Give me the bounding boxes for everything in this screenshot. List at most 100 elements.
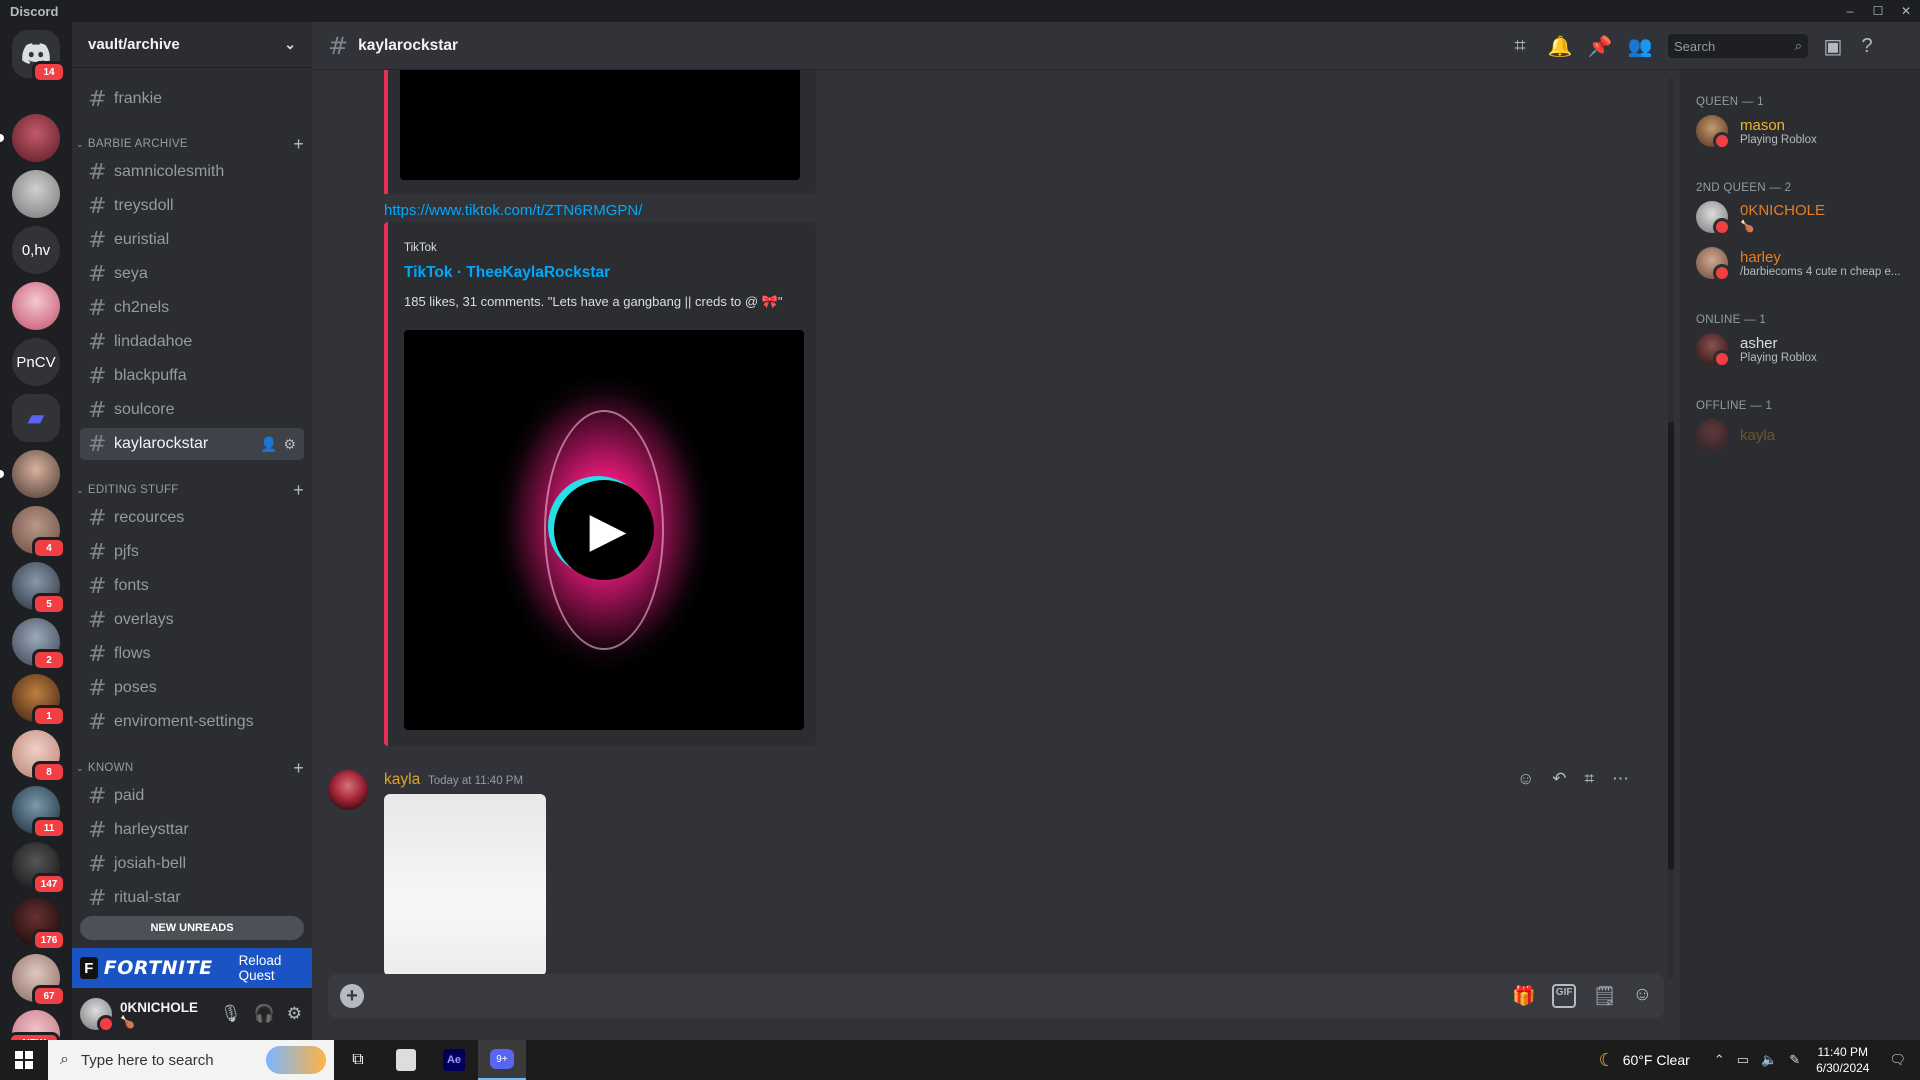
minimize-button[interactable]: – bbox=[1836, 0, 1864, 22]
server-header[interactable]: vault/archive ⌄ bbox=[72, 22, 312, 68]
add-attachment-icon[interactable]: + bbox=[340, 984, 364, 1008]
weather-widget[interactable]: ☾ 60°F Clear bbox=[1599, 1050, 1690, 1071]
add-reaction-icon[interactable]: ☺ bbox=[1517, 769, 1534, 789]
embed-title-link[interactable]: TikTok · TheeKaylaRockstar bbox=[404, 264, 610, 282]
quest-banner[interactable]: F FORTNITE Reload Quest bbox=[72, 948, 312, 988]
server-icon[interactable]: 11 bbox=[12, 786, 66, 839]
channel-kaylarockstar[interactable]: # kaylarockstar 👤 ⚙ bbox=[80, 428, 304, 460]
channel-poses[interactable]: # poses bbox=[80, 672, 304, 704]
server-icon[interactable]: PnCV bbox=[12, 338, 60, 386]
channel-overlays[interactable]: # overlays bbox=[80, 604, 304, 636]
server-icon[interactable]: 1 bbox=[12, 674, 66, 727]
channel-harleysttar[interactable]: # harleysttar bbox=[80, 814, 304, 846]
help-icon[interactable]: ? bbox=[1850, 22, 1884, 70]
channel-fonts[interactable]: # fonts bbox=[80, 570, 304, 602]
taskbar-app-discord[interactable]: 9+ bbox=[478, 1040, 526, 1080]
taskbar-search-input[interactable]: ⌕ Type here to search bbox=[48, 1040, 334, 1080]
clock[interactable]: 11:40 PM 6/30/2024 bbox=[1816, 1044, 1869, 1076]
embed-video[interactable]: ▶ bbox=[404, 330, 804, 730]
channel-flows[interactable]: # flows bbox=[80, 638, 304, 670]
member-mason[interactable]: mason Playing Roblox bbox=[1696, 110, 1912, 152]
pen-icon[interactable]: ✎ bbox=[1789, 1052, 1800, 1068]
server-icon[interactable]: NEW bbox=[8, 1010, 60, 1040]
server-icon[interactable] bbox=[0, 114, 60, 162]
server-icon[interactable]: 5 bbox=[12, 562, 66, 615]
channel-pjfs[interactable]: # pjfs bbox=[80, 536, 304, 568]
search-input[interactable]: Search ⌕ bbox=[1668, 34, 1808, 58]
threads-icon[interactable]: ⌗ bbox=[1500, 22, 1540, 70]
server-icon[interactable]: 0,hv bbox=[12, 226, 60, 274]
channel-euristial[interactable]: # euristial bbox=[80, 224, 304, 256]
headphones-icon[interactable]: 🎧 bbox=[254, 1004, 275, 1024]
start-button[interactable] bbox=[0, 1040, 48, 1080]
add-channel-icon[interactable]: + bbox=[293, 134, 304, 155]
channel-frankie[interactable]: # frankie bbox=[80, 83, 304, 115]
channel-blackpuffa[interactable]: # blackpuffa bbox=[80, 360, 304, 392]
channel-seya[interactable]: # seya bbox=[80, 258, 304, 290]
invite-icon[interactable]: 👤 bbox=[260, 436, 277, 453]
inbox-icon[interactable]: ▣ bbox=[1816, 22, 1850, 70]
message-author[interactable]: kayla bbox=[384, 771, 420, 789]
message-attachment-image[interactable] bbox=[384, 794, 546, 976]
member-0knichole[interactable]: 0KNICHOLE 🍗 bbox=[1696, 196, 1912, 238]
member-asher[interactable]: asher Playing Roblox bbox=[1696, 328, 1912, 370]
category-known[interactable]: ⌄ KNOWN + bbox=[76, 758, 304, 778]
maximize-button[interactable]: ☐ bbox=[1864, 0, 1892, 22]
microphone-icon[interactable]: 🎙 bbox=[220, 1004, 242, 1024]
gift-icon[interactable]: 🎁 bbox=[1512, 984, 1536, 1008]
channel-lindadahoe[interactable]: # lindadahoe bbox=[80, 326, 304, 358]
scrollbar-thumb[interactable] bbox=[1668, 422, 1674, 870]
add-channel-icon[interactable]: + bbox=[293, 758, 304, 779]
new-unreads-button[interactable]: NEW UNREADS bbox=[80, 916, 304, 940]
notifications-icon[interactable]: 🗨 bbox=[1889, 1052, 1906, 1068]
members-icon[interactable]: 👥 bbox=[1620, 22, 1660, 70]
channel-enviroment-settings[interactable]: # enviroment-settings bbox=[80, 706, 304, 738]
gif-icon[interactable]: GIF bbox=[1551, 984, 1577, 1008]
server-icon[interactable]: 147 bbox=[12, 842, 66, 895]
more-icon[interactable]: ⋯ bbox=[1612, 769, 1629, 789]
gear-icon[interactable]: ⚙ bbox=[287, 1004, 302, 1024]
server-icon[interactable]: 4 bbox=[12, 506, 66, 559]
sticker-icon[interactable]: 🗒 bbox=[1592, 984, 1616, 1008]
server-icon[interactable] bbox=[12, 170, 60, 218]
close-button[interactable]: ✕ bbox=[1892, 0, 1920, 22]
add-channel-icon[interactable]: + bbox=[293, 480, 304, 501]
server-icon[interactable]: 176 bbox=[12, 898, 66, 951]
play-button[interactable]: ▶ bbox=[554, 480, 654, 580]
thread-icon[interactable]: ⌗ bbox=[1584, 769, 1594, 789]
server-icon[interactable] bbox=[0, 450, 60, 498]
avatar[interactable] bbox=[328, 770, 368, 810]
gear-icon[interactable]: ⚙ bbox=[283, 436, 296, 453]
channel-samnicolesmith[interactable]: # samnicolesmith bbox=[80, 156, 304, 188]
bell-icon[interactable]: 🔔 bbox=[1540, 22, 1580, 70]
chevron-up-icon[interactable]: ⌃ bbox=[1714, 1052, 1725, 1068]
emoji-icon[interactable]: ☺ bbox=[1633, 984, 1652, 1008]
channel-ch2nels[interactable]: # ch2nels bbox=[80, 292, 304, 324]
home-button[interactable]: 14 bbox=[12, 30, 66, 83]
category-editing-stuff[interactable]: ⌄ EDITING STUFF + bbox=[76, 480, 304, 500]
avatar[interactable] bbox=[80, 998, 115, 1033]
server-icon[interactable] bbox=[12, 282, 60, 330]
task-view-button[interactable]: ⧉ bbox=[334, 1040, 382, 1080]
speaker-icon[interactable]: 🔈 bbox=[1761, 1052, 1777, 1068]
server-icon[interactable]: 2 bbox=[12, 618, 66, 671]
battery-icon[interactable]: ▭ bbox=[1737, 1052, 1749, 1068]
channel-paid[interactable]: # paid bbox=[80, 780, 304, 812]
taskbar-app-notepad[interactable] bbox=[382, 1040, 430, 1080]
channel-soulcore[interactable]: # soulcore bbox=[80, 394, 304, 426]
server-folder[interactable]: ▰ bbox=[12, 394, 60, 442]
taskbar-app-after-effects[interactable]: Ae bbox=[430, 1040, 478, 1080]
server-icon[interactable]: 67 bbox=[12, 954, 66, 1007]
message-composer[interactable]: + 🎁 GIF 🗒 ☺ bbox=[328, 974, 1664, 1018]
channel-josiah-bell[interactable]: # josiah-bell bbox=[80, 848, 304, 880]
server-icon[interactable]: 8 bbox=[12, 730, 66, 783]
channel-recources[interactable]: # recources bbox=[80, 502, 304, 534]
reload-quest-button[interactable]: Reload Quest bbox=[239, 953, 312, 983]
message-link[interactable]: https://www.tiktok.com/t/ZTN6RMGPN/ bbox=[384, 202, 642, 219]
video-preview[interactable] bbox=[400, 70, 800, 180]
member-kayla[interactable]: kayla bbox=[1696, 414, 1912, 456]
channel-ritual-star[interactable]: # ritual-star bbox=[80, 882, 304, 914]
channel-treysdoll[interactable]: # treysdoll bbox=[80, 190, 304, 222]
reply-icon[interactable]: ↶ bbox=[1552, 769, 1566, 789]
category-barbie-archive[interactable]: ⌄ BARBIE ARCHIVE + bbox=[76, 134, 304, 154]
